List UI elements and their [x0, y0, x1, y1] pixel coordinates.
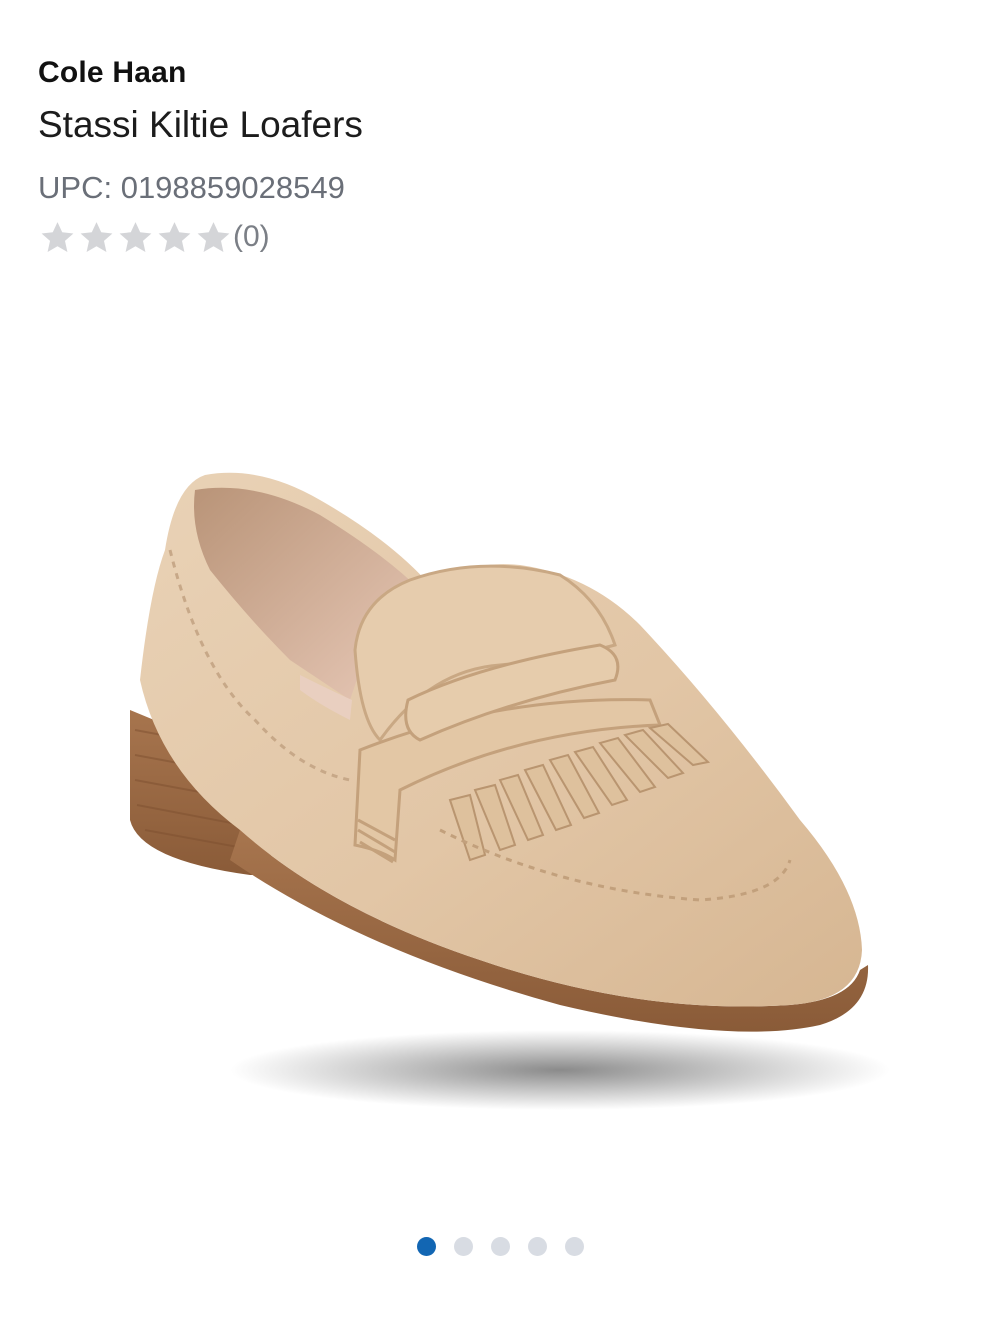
- star-icon: [116, 218, 155, 257]
- carousel-dot-2[interactable]: [453, 1237, 473, 1256]
- upc-value: 0198859028549: [120, 170, 345, 205]
- star-icon: [155, 218, 194, 257]
- star-icon: [38, 218, 77, 257]
- review-count[interactable]: (0): [233, 220, 270, 254]
- product-image[interactable]: [0, 300, 1000, 1200]
- upc-label: UPC:: [38, 170, 113, 205]
- rating-stars: [38, 218, 233, 257]
- product-title: Stassi Kiltie Loafers: [38, 104, 363, 145]
- carousel-dot-3[interactable]: [490, 1237, 510, 1256]
- star-icon: [77, 218, 116, 257]
- carousel-dots: [0, 1237, 1000, 1256]
- carousel-dot-4[interactable]: [527, 1237, 547, 1256]
- product-brand[interactable]: Cole Haan: [38, 56, 187, 90]
- product-upc: UPC: 0198859028549: [38, 170, 345, 206]
- star-icon: [194, 218, 233, 257]
- carousel-dot-5[interactable]: [564, 1237, 584, 1256]
- carousel-dot-1[interactable]: [416, 1237, 436, 1256]
- loafer-illustration: [130, 472, 890, 1110]
- rating[interactable]: (0): [38, 216, 270, 258]
